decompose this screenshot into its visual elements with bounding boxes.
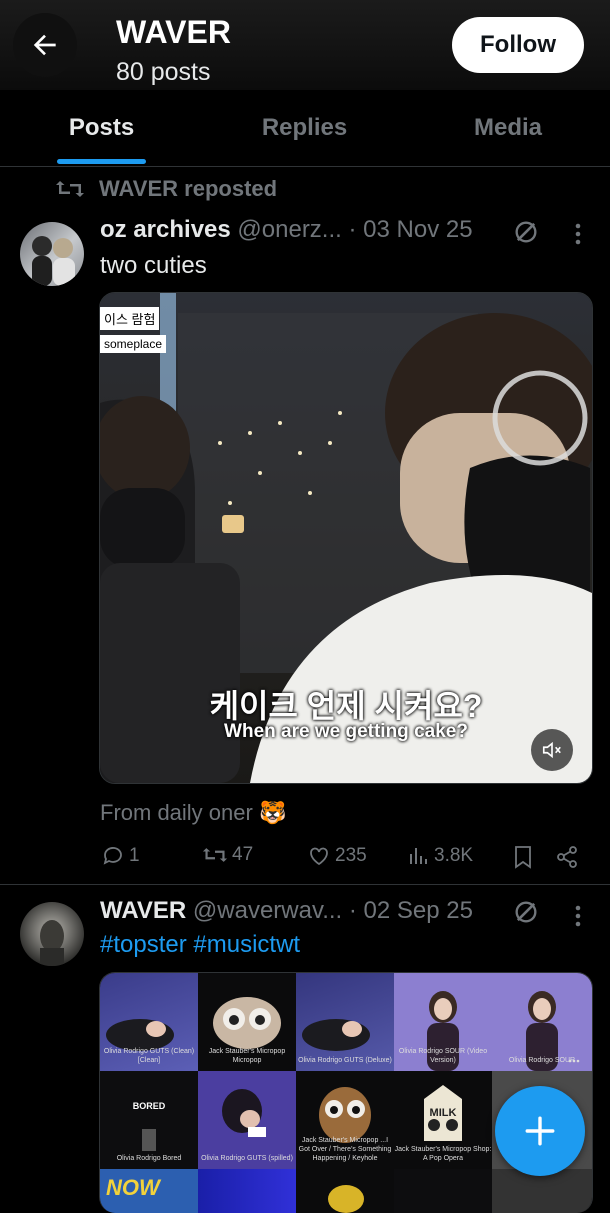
mute-button[interactable] (531, 729, 573, 771)
avatar-image (32, 236, 75, 286)
bookmark-icon[interactable] (512, 845, 534, 869)
tab-replies[interactable]: Replies (203, 90, 406, 166)
post1-meta: oz archives @onerz... · 03 Nov 25 (100, 216, 520, 244)
album-caption: Olivia Rodrigo Bored (116, 1155, 182, 1162)
repost-header: WAVER reposted (55, 176, 277, 202)
follow-button[interactable]: Follow (452, 17, 584, 73)
reply-button[interactable]: 1 (101, 844, 140, 868)
repost-count: 47 (232, 844, 254, 865)
display-name[interactable]: WAVER (100, 897, 186, 924)
album-cover (296, 1169, 394, 1213)
repost-icon (202, 848, 228, 862)
post-video[interactable]: 이스 람험 someplace 케이크 언제 시켜요? When are we … (99, 292, 593, 784)
view-count: 3.8K (434, 845, 474, 866)
back-button[interactable] (13, 13, 77, 77)
album-cover: MILK Jack Stauber's Micropop Shop: A Pop… (394, 1071, 492, 1169)
grok-icon[interactable] (512, 218, 540, 246)
profile-name: WAVER (116, 14, 231, 50)
more-icon (568, 1059, 580, 1063)
reply-count: 1 (129, 845, 140, 866)
album-title: MILK (429, 1107, 457, 1119)
share-icon[interactable] (555, 845, 579, 869)
like-count: 235 (335, 845, 367, 866)
post-caption: From daily oner 🐯 (100, 800, 287, 825)
album-cover: BORED Olivia Rodrigo Bored (100, 1071, 198, 1169)
avatar[interactable] (20, 222, 84, 286)
hashtags[interactable]: #topster #musictwt (100, 931, 300, 959)
video-subtitle-en: When are we getting cake? (224, 721, 468, 742)
album-caption: Olivia Rodrigo SOUR (Video Version) (398, 1048, 488, 1064)
profile-header: WAVER 80 posts Follow (0, 0, 610, 90)
views-button[interactable]: 3.8K (408, 844, 473, 868)
tab-posts[interactable]: Posts (0, 90, 203, 166)
post-divider (0, 884, 610, 885)
mute-icon (542, 741, 561, 759)
repost-icon (56, 181, 84, 197)
album-cover: NOW (100, 1169, 198, 1213)
like-icon (310, 847, 328, 866)
avatar-image (40, 920, 64, 966)
video-tag-2: someplace (100, 335, 167, 353)
compose-post-button[interactable] (495, 1086, 585, 1176)
album-cover: Jack Stauber's Micropop Micropop (198, 973, 296, 1071)
plus-icon (525, 1116, 555, 1146)
post-text: two cuties (100, 252, 207, 279)
profile-tabs: Posts Replies Media (0, 90, 610, 167)
display-name[interactable]: oz archives (100, 216, 231, 243)
post2-meta: WAVER @waverwav... · 02 Sep 25 (100, 897, 520, 925)
views-icon (410, 848, 427, 864)
handle[interactable]: @waverwav... (193, 897, 342, 924)
video-tag-1: 이스 람험 (100, 307, 160, 330)
album-cover: Olivia Rodrigo GUTS (Clean) [Clean] (100, 973, 198, 1071)
avatar[interactable] (20, 902, 84, 966)
like-button[interactable]: 235 (307, 844, 367, 868)
handle[interactable]: @onerz... (237, 216, 341, 243)
more-icon[interactable] (572, 902, 584, 930)
back-arrow-icon (33, 34, 56, 56)
album-caption: Jack Stauber's Micropop Micropop (208, 1048, 286, 1064)
album-cover: Olivia Rodrigo SOUR (Video Version) (394, 973, 492, 1071)
album-caption: Jack Stauber's Micropop ...I Got Over / … (298, 1137, 392, 1162)
repost-button[interactable]: 47 (202, 844, 253, 866)
album-caption: Olivia Rodrigo GUTS (Deluxe) (298, 1057, 392, 1064)
post-count: 80 posts (116, 58, 211, 86)
album-title: NOW (106, 1175, 160, 1200)
album-cover (394, 1169, 492, 1213)
reply-icon (103, 847, 122, 865)
album-cover: Olivia Rodrigo GUTS (Deluxe) (296, 973, 394, 1071)
grok-icon[interactable] (512, 898, 540, 926)
tab-media[interactable]: Media (406, 90, 610, 166)
post-date[interactable]: · 02 Sep 25 (349, 897, 473, 924)
repost-label: WAVER reposted (99, 176, 278, 201)
album-caption: Olivia Rodrigo GUTS (Clean) [Clean] (103, 1048, 195, 1064)
album-caption: Olivia Rodrigo GUTS (spilled) (201, 1155, 293, 1162)
album-cover: Jack Stauber's Micropop ...I Got Over / … (296, 1071, 394, 1169)
album-caption: Jack Stauber's Micropop Shop: A Pop Oper… (394, 1146, 492, 1162)
album-cover (198, 1169, 296, 1213)
album-cover: Olivia Rodrigo GUTS (spilled) (198, 1071, 296, 1169)
active-tab-indicator (57, 159, 146, 164)
post-date[interactable]: · 03 Nov 25 (348, 216, 472, 243)
more-icon[interactable] (572, 220, 584, 248)
